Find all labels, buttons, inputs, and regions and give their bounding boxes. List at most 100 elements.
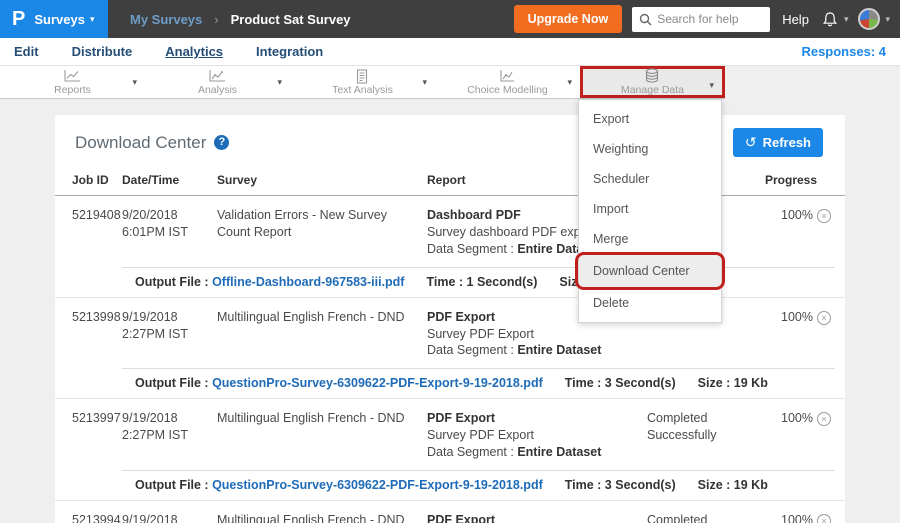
- breadcrumb-current: Product Sat Survey: [231, 12, 351, 27]
- menu-item-merge[interactable]: Merge: [579, 224, 721, 254]
- output-file-link[interactable]: Offline-Dashboard-967583-iii.pdf: [212, 275, 404, 289]
- output-file-row: Output File : QuestionPro-Survey-6309622…: [122, 470, 835, 500]
- chevron-down-icon[interactable]: ▾: [709, 80, 714, 91]
- top-bar: P Surveys ▾ My Surveys › Product Sat Sur…: [0, 0, 900, 38]
- report-title: PDF Export: [427, 512, 637, 523]
- tab-edit[interactable]: Edit: [14, 44, 39, 59]
- toolbar-reports[interactable]: Reports ▾: [0, 66, 145, 98]
- chevron-down-icon: ▾: [844, 14, 849, 25]
- tab-distribute[interactable]: Distribute: [72, 44, 133, 59]
- toolbar-choice-modelling-label: Choice Modelling: [467, 85, 548, 96]
- datetime: 9/19/2018 2:27PM IST: [122, 410, 217, 461]
- cancel-job-icon[interactable]: ×: [817, 412, 831, 426]
- report-desc: Survey PDF Export: [427, 427, 637, 444]
- progress-value: 100%: [765, 512, 813, 523]
- chevron-down-icon[interactable]: ▾: [422, 77, 427, 88]
- line-chart-icon: [63, 69, 81, 84]
- chevron-down-icon[interactable]: ▾: [132, 77, 137, 88]
- output-file-row: Output File : QuestionPro-Survey-6309622…: [122, 368, 835, 398]
- menu-item-scheduler[interactable]: Scheduler: [579, 164, 721, 194]
- datetime: 9/19/2018 2:27PM IST: [122, 309, 217, 360]
- refresh-label: Refresh: [763, 135, 811, 150]
- help-search-box[interactable]: [632, 7, 770, 32]
- upgrade-now-button[interactable]: Upgrade Now: [514, 5, 623, 33]
- toolbar-manage-data-label: Manage Data: [621, 85, 684, 96]
- manage-data-dropdown: Export Weighting Scheduler Import Merge …: [578, 99, 722, 323]
- responses-count[interactable]: Responses: 4: [801, 44, 886, 59]
- toolbar-manage-data[interactable]: Manage Data ▾: [580, 66, 725, 98]
- survey-nav: Edit Distribute Analytics Integration Re…: [0, 38, 900, 66]
- refresh-button[interactable]: ↺ Refresh: [733, 128, 823, 157]
- chevron-down-icon: ▾: [885, 14, 890, 25]
- toolbar-text-analysis-label: Text Analysis: [332, 85, 393, 96]
- status: Completed Successfully: [647, 512, 765, 523]
- help-question-icon[interactable]: ?: [214, 135, 229, 150]
- chevron-down-icon[interactable]: ▾: [277, 77, 282, 88]
- help-link[interactable]: Help: [782, 12, 809, 27]
- tab-analytics[interactable]: Analytics: [165, 44, 223, 59]
- output-file-link[interactable]: QuestionPro-Survey-6309622-PDF-Export-9-…: [212, 478, 543, 492]
- data-segment: Data Segment : Entire Dataset: [427, 444, 637, 461]
- output-file-label: Output File :: [135, 478, 212, 492]
- progress-value: 100%: [765, 207, 813, 258]
- output-file-label: Output File :: [135, 275, 212, 289]
- account-menu[interactable]: ▾: [858, 8, 890, 30]
- cancel-job-icon[interactable]: ×: [817, 311, 831, 325]
- file-size: Size : 19 Kb: [698, 376, 768, 390]
- search-input[interactable]: [657, 12, 762, 26]
- menu-item-delete[interactable]: Delete: [579, 288, 721, 318]
- chevron-down-icon[interactable]: ▾: [567, 77, 572, 88]
- breadcrumb-my-surveys[interactable]: My Surveys: [130, 12, 202, 27]
- trend-chart-icon: [208, 69, 226, 84]
- notifications-menu[interactable]: ▾: [821, 11, 849, 28]
- toolbar-choice-modelling[interactable]: Choice Modelling ▾: [435, 66, 580, 98]
- progress-value: 100%: [765, 309, 813, 360]
- toolbar-text-analysis[interactable]: Text Analysis ▾: [290, 66, 435, 98]
- job-id: 5213998: [72, 309, 122, 360]
- questionpro-logo: P: [12, 8, 25, 31]
- menu-item-import[interactable]: Import: [579, 194, 721, 224]
- menu-item-weighting[interactable]: Weighting: [579, 134, 721, 164]
- table-row: 5213997 9/19/2018 2:27PM IST Multilingua…: [55, 399, 845, 501]
- cancel-job-icon[interactable]: ×: [817, 514, 831, 523]
- output-file-label: Output File :: [135, 376, 212, 390]
- report-desc: Survey PDF Export: [427, 326, 637, 343]
- cancel-job-icon[interactable]: ×: [817, 209, 831, 223]
- survey-name: Multilingual English French - DND: [217, 512, 427, 523]
- report-cell: PDF Export Survey PDF Export Data Segmen…: [427, 410, 647, 461]
- toolbar-analysis[interactable]: Analysis ▾: [145, 66, 290, 98]
- output-file-row: Output File : Offline-Dashboard-967583-i…: [122, 267, 835, 297]
- menu-item-export[interactable]: Export: [579, 104, 721, 134]
- time-taken: Time : 1 Second(s): [426, 275, 537, 289]
- datetime: 9/19/2018 2:26PM IST: [122, 512, 217, 523]
- status: Completed Successfully: [647, 410, 765, 461]
- breadcrumb-separator-icon: ›: [214, 12, 218, 27]
- document-chart-icon: [353, 69, 371, 84]
- progress-value: 100%: [765, 410, 813, 461]
- bell-icon: [821, 11, 839, 28]
- toolbar-reports-label: Reports: [54, 85, 91, 96]
- output-file-link[interactable]: QuestionPro-Survey-6309622-PDF-Export-9-…: [212, 376, 543, 390]
- job-id: 5219408: [72, 207, 122, 258]
- toolbar-analysis-label: Analysis: [198, 85, 237, 96]
- col-action: [813, 173, 845, 187]
- datetime: 9/20/2018 6:01PM IST: [122, 207, 217, 258]
- download-center-panel: Download Center ? ↺ Refresh Job ID Date/…: [55, 115, 845, 523]
- survey-name: Multilingual English French - DND: [217, 410, 427, 461]
- surveys-menu[interactable]: P Surveys ▾: [0, 0, 108, 38]
- menu-item-download-center[interactable]: Download Center: [579, 254, 721, 288]
- time-taken: Time : 3 Second(s): [565, 376, 676, 390]
- database-icon: [643, 68, 661, 84]
- surveys-menu-label: Surveys: [34, 12, 85, 27]
- avatar: [858, 8, 880, 30]
- analytics-toolbar: Reports ▾ Analysis ▾ Text Analysis ▾ Cho…: [0, 66, 725, 99]
- survey-name: Multilingual English French - DND: [217, 309, 427, 360]
- tab-integration[interactable]: Integration: [256, 44, 323, 59]
- time-taken: Time : 3 Second(s): [565, 478, 676, 492]
- page-title: Download Center: [75, 133, 206, 153]
- table-row: 5213998 9/19/2018 2:27PM IST Multilingua…: [55, 298, 845, 400]
- survey-name: Validation Errors - New Survey Count Rep…: [217, 207, 427, 258]
- data-segment: Data Segment : Entire Dataset: [427, 342, 637, 359]
- table-row: 5213994 9/19/2018 2:26PM IST Multilingua…: [55, 501, 845, 523]
- file-size: Size : 19 Kb: [698, 478, 768, 492]
